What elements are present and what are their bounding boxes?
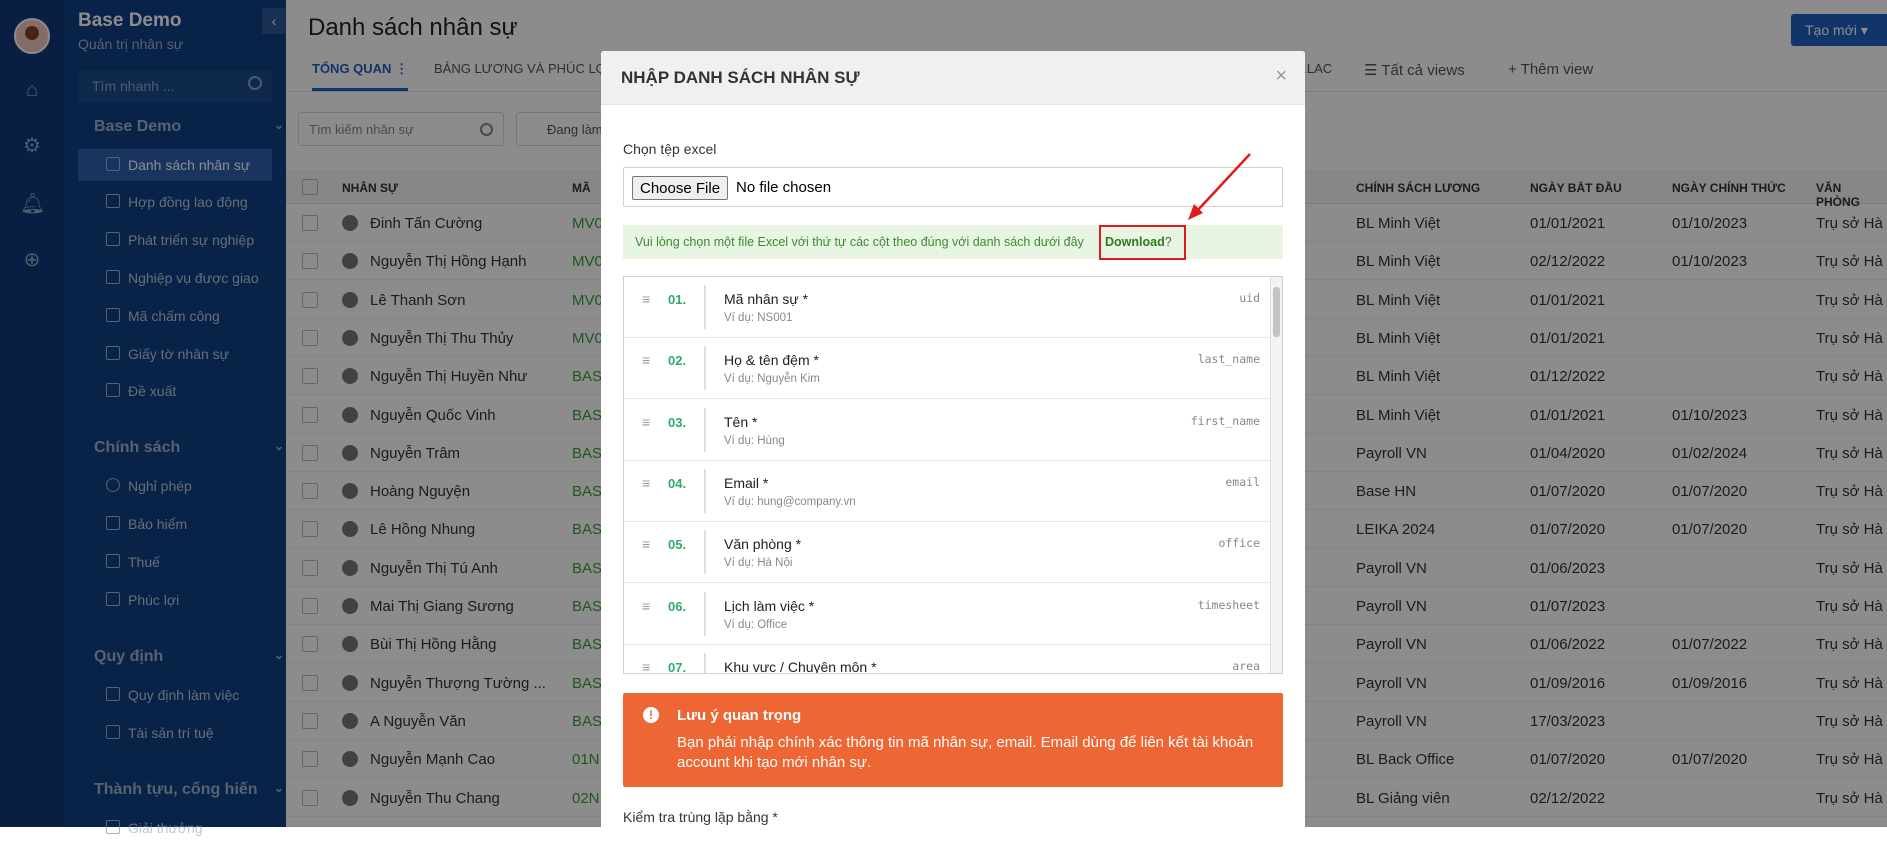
arrow-line — [1196, 153, 1251, 212]
annotation-arrow — [1188, 153, 1251, 220]
